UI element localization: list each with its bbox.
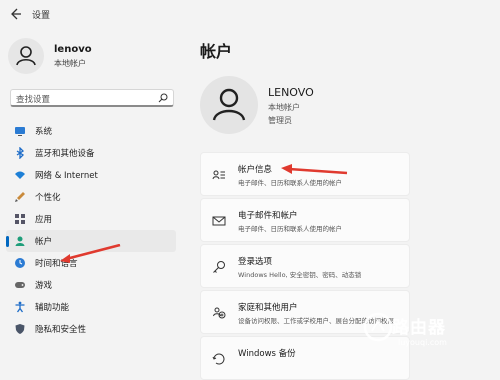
card-description: Windows Hello, 安全密钥、密码、动态锁: [238, 271, 362, 279]
card-title: 电子邮件和帐户: [238, 211, 298, 221]
sidebar-item-personalization[interactable]: 个性化: [0, 186, 180, 208]
app-title: 设置: [32, 11, 51, 21]
gamepad-icon: [15, 282, 25, 288]
sidebar-item-privacy[interactable]: 隐私和安全性: [0, 318, 180, 340]
user-account-type: 本地帐户: [54, 59, 86, 68]
wifi-icon: [15, 171, 25, 179]
backup-icon: [212, 353, 225, 365]
watermark-title: 路由器: [392, 318, 446, 338]
card-title: 家庭和其他用户: [238, 303, 298, 313]
sidebar-item-label: 辅助功能: [35, 303, 70, 313]
card-title: 登录选项: [238, 257, 273, 267]
watermark-url: luyouqi.com: [398, 338, 447, 347]
card-title: Windows 备份: [238, 349, 296, 359]
card-description: 电子邮件、日历和联系人使用的帐户: [238, 225, 342, 233]
sidebar-item-system[interactable]: 系统: [0, 120, 180, 142]
profile-avatar[interactable]: [200, 76, 258, 134]
sidebar-item-gaming[interactable]: 游戏: [0, 274, 180, 296]
annotation-arrow-account-info: [281, 164, 348, 175]
person-icon: [212, 88, 246, 121]
brush-icon: [15, 192, 25, 202]
profile-role: 管理员: [268, 116, 292, 125]
monitor-icon: [15, 127, 25, 136]
sidebar-nav: 系统 蓝牙和其他设备 网络 & Internet 个性化 应用 帐户 时间和语言…: [0, 120, 180, 340]
accessibility-icon: [15, 301, 25, 313]
profile-account-type: 本地帐户: [268, 103, 300, 112]
search-placeholder: 查找设置: [16, 95, 51, 105]
selected-indicator: [6, 236, 9, 247]
email-accounts-card[interactable]: 电子邮件和帐户 电子邮件、日历和联系人使用的帐户: [200, 198, 410, 242]
search-icon[interactable]: [158, 93, 168, 103]
page-title: 帐户: [200, 42, 233, 61]
user-name: lenovo: [54, 44, 92, 55]
mail-icon: [212, 216, 226, 226]
sidebar-item-label: 网络 & Internet: [35, 171, 98, 181]
card-title: 帐户信息: [238, 165, 273, 175]
sidebar-item-label: 系统: [35, 127, 53, 137]
sidebar-item-accessibility[interactable]: 辅助功能: [0, 296, 180, 318]
sidebar-item-label: 应用: [35, 215, 53, 225]
family-icon: [213, 307, 226, 319]
sign-in-options-card[interactable]: 登录选项 Windows Hello, 安全密钥、密码、动态锁: [200, 244, 410, 288]
card-description: 电子邮件、日历和联系人使用的帐户: [238, 179, 342, 187]
apps-icon: [15, 214, 25, 224]
sidebar-item-label: 个性化: [35, 193, 61, 203]
sidebar-item-label: 隐私和安全性: [35, 325, 87, 335]
sidebar-item-label: 帐户: [35, 237, 53, 247]
shield-icon: [15, 324, 25, 334]
globe-clock-icon: [15, 258, 25, 268]
account-info-icon: [212, 170, 225, 180]
sidebar-item-bluetooth[interactable]: 蓝牙和其他设备: [0, 142, 180, 164]
avatar[interactable]: [8, 38, 44, 74]
profile-name: LENOVO: [268, 86, 314, 99]
bluetooth-icon: [16, 147, 25, 159]
sidebar-item-network[interactable]: 网络 & Internet: [0, 164, 180, 186]
back-arrow-icon[interactable]: [8, 7, 22, 21]
annotation-arrow-accounts: [60, 244, 121, 263]
sidebar-item-label: 蓝牙和其他设备: [35, 149, 95, 159]
key-icon: [213, 261, 225, 273]
sidebar-item-label: 游戏: [35, 281, 53, 291]
title-bar: 设置: [0, 0, 500, 28]
person-icon: [16, 46, 36, 66]
person-icon: [15, 236, 25, 246]
sidebar-item-apps[interactable]: 应用: [0, 208, 180, 230]
search-input[interactable]: 查找设置: [10, 89, 174, 107]
